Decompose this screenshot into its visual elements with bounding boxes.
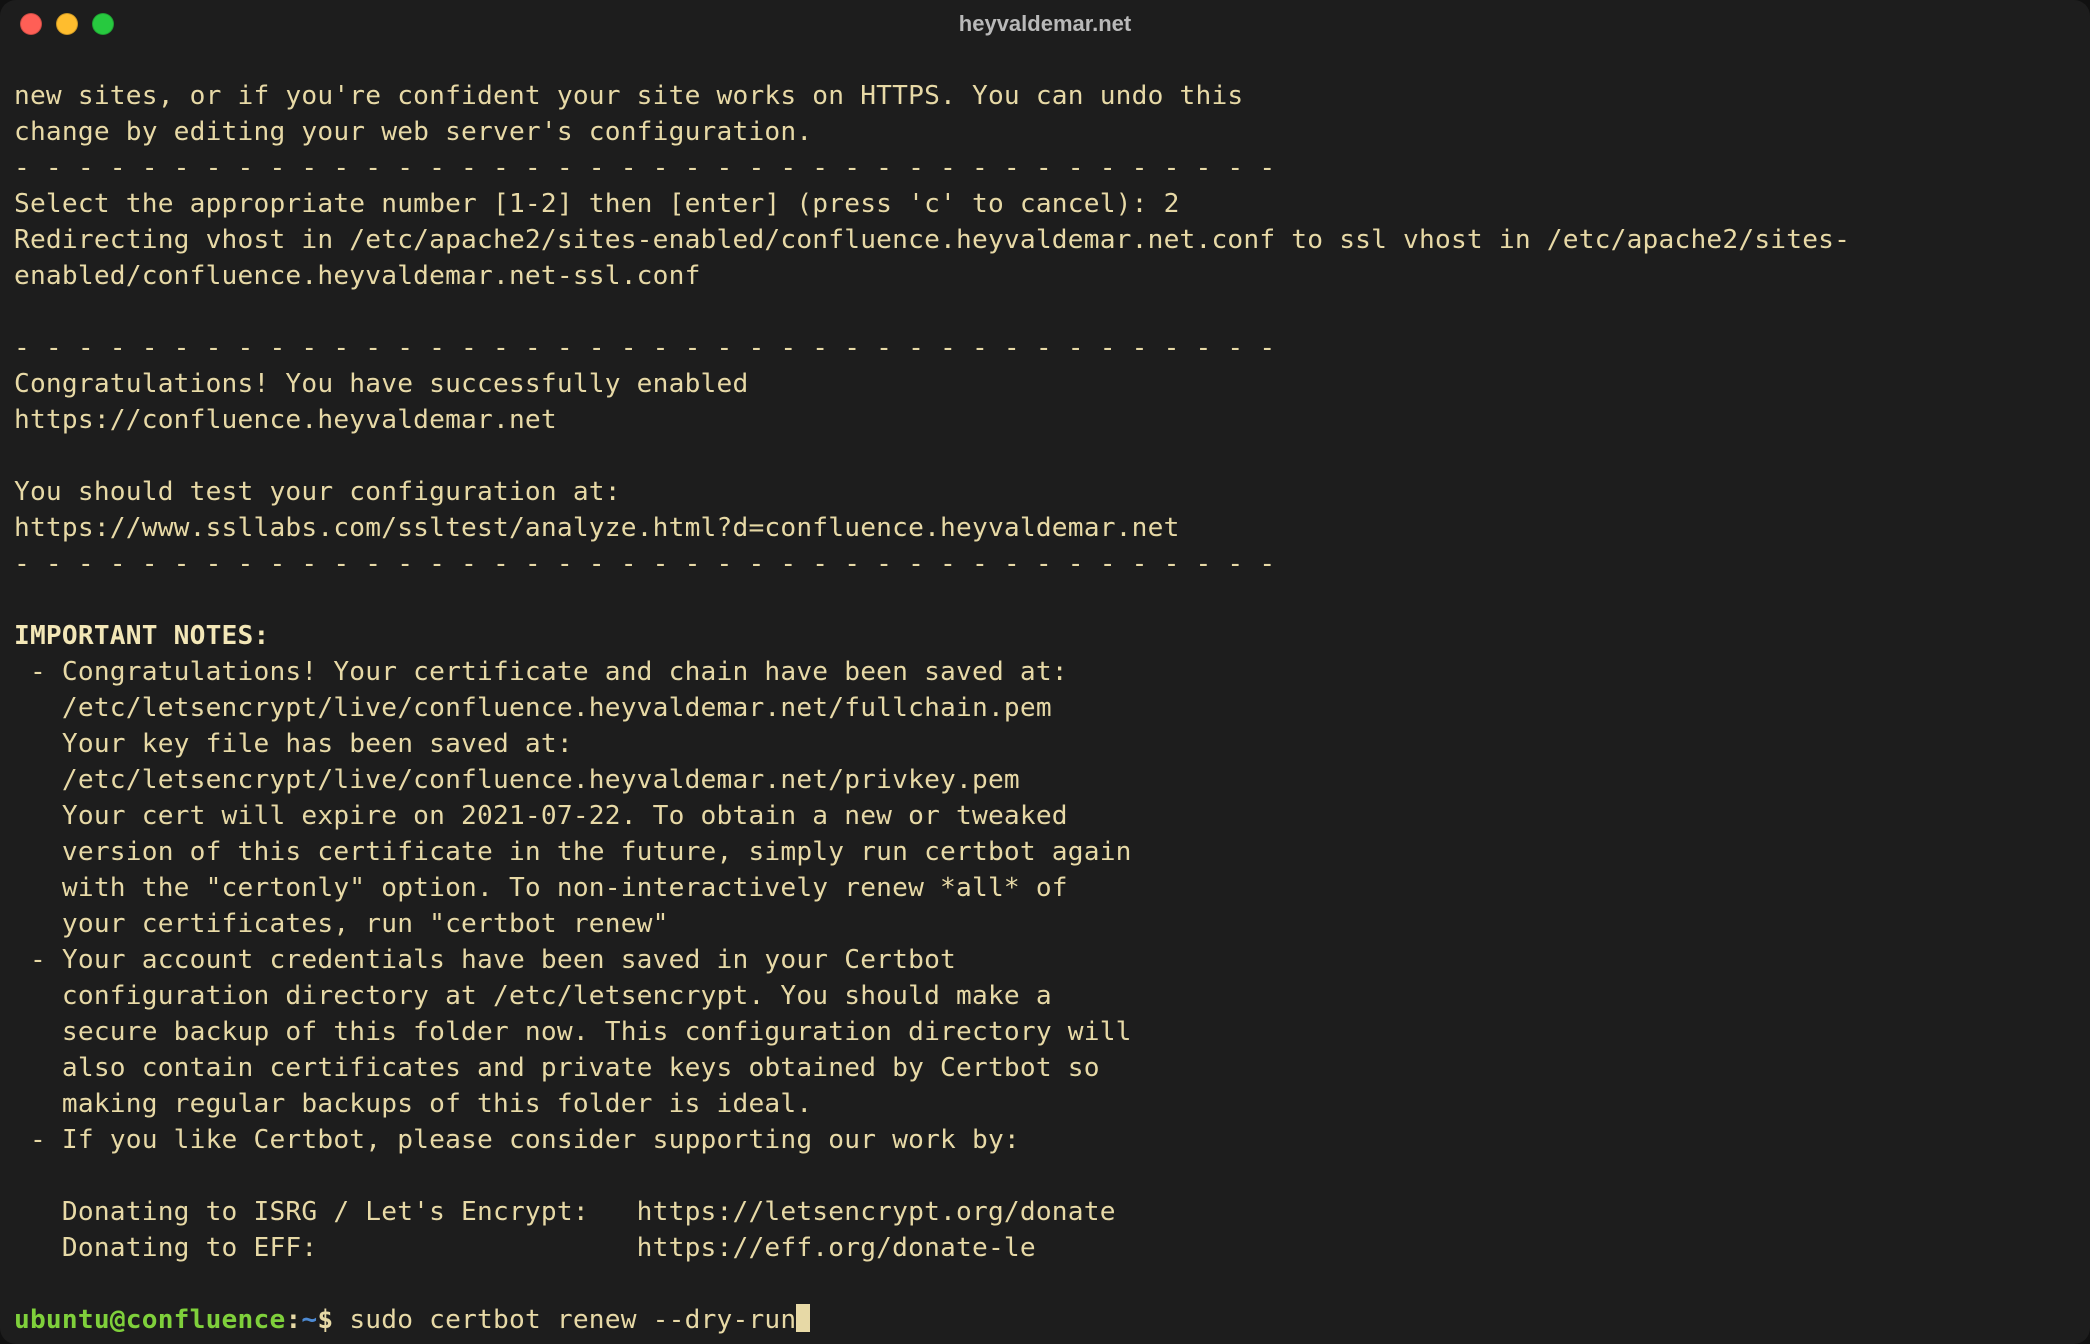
terminal-line: Congratulations! You have successfully e… bbox=[14, 369, 748, 399]
terminal-line: - - - - - - - - - - - - - - - - - - - - … bbox=[14, 153, 1275, 183]
terminal-line: Your key file has been saved at: bbox=[14, 729, 573, 759]
terminal-line: making regular backups of this folder is… bbox=[14, 1089, 812, 1119]
terminal-line: Redirecting vhost in /etc/apache2/sites-… bbox=[14, 225, 1850, 255]
terminal-line: - Congratulations! Your certificate and … bbox=[14, 657, 1068, 687]
prompt-path: ~ bbox=[301, 1305, 317, 1335]
traffic-lights bbox=[20, 13, 114, 35]
terminal-body[interactable]: new sites, or if you're confident your s… bbox=[0, 48, 2090, 1344]
prompt-user-host: ubuntu@confluence bbox=[14, 1305, 285, 1335]
important-notes-heading: IMPORTANT NOTES: bbox=[14, 621, 269, 651]
prompt-separator: : bbox=[285, 1305, 301, 1335]
terminal-line: configuration directory at /etc/letsencr… bbox=[14, 981, 1052, 1011]
cursor-icon bbox=[796, 1304, 810, 1332]
terminal-line: - - - - - - - - - - - - - - - - - - - - … bbox=[14, 549, 1275, 579]
terminal-line: Donating to ISRG / Let's Encrypt: https:… bbox=[14, 1197, 1116, 1227]
window-title: heyvaldemar.net bbox=[0, 11, 2090, 37]
terminal-line: Donating to EFF: https://eff.org/donate-… bbox=[14, 1233, 1036, 1263]
terminal-line: - If you like Certbot, please consider s… bbox=[14, 1125, 1020, 1155]
titlebar: heyvaldemar.net bbox=[0, 0, 2090, 48]
terminal-line: Your cert will expire on 2021-07-22. To … bbox=[14, 801, 1068, 831]
terminal-line: You should test your configuration at: bbox=[14, 477, 621, 507]
terminal-line: Select the appropriate number [1-2] then… bbox=[14, 189, 1180, 219]
terminal-line: also contain certificates and private ke… bbox=[14, 1053, 1100, 1083]
terminal-line: /etc/letsencrypt/live/confluence.heyvald… bbox=[14, 765, 1020, 795]
close-icon[interactable] bbox=[20, 13, 42, 35]
terminal-line: - Your account credentials have been sav… bbox=[14, 945, 956, 975]
terminal-line: /etc/letsencrypt/live/confluence.heyvald… bbox=[14, 693, 1052, 723]
terminal-window: heyvaldemar.net new sites, or if you're … bbox=[0, 0, 2090, 1344]
prompt-symbol: $ bbox=[317, 1305, 349, 1335]
terminal-line: with the "certonly" option. To non-inter… bbox=[14, 873, 1068, 903]
terminal-line: - - - - - - - - - - - - - - - - - - - - … bbox=[14, 333, 1275, 363]
terminal-line: change by editing your web server's conf… bbox=[14, 117, 812, 147]
command-input[interactable]: sudo certbot renew --dry-run bbox=[349, 1305, 796, 1335]
terminal-line: new sites, or if you're confident your s… bbox=[14, 81, 1243, 111]
terminal-line: enabled/confluence.heyvaldemar.net-ssl.c… bbox=[14, 261, 701, 291]
terminal-line: https://confluence.heyvaldemar.net bbox=[14, 405, 557, 435]
maximize-icon[interactable] bbox=[92, 13, 114, 35]
terminal-line: https://www.ssllabs.com/ssltest/analyze.… bbox=[14, 513, 1180, 543]
terminal-line: secure backup of this folder now. This c… bbox=[14, 1017, 1132, 1047]
minimize-icon[interactable] bbox=[56, 13, 78, 35]
terminal-line: version of this certificate in the futur… bbox=[14, 837, 1132, 867]
terminal-line: your certificates, run "certbot renew" bbox=[14, 909, 669, 939]
